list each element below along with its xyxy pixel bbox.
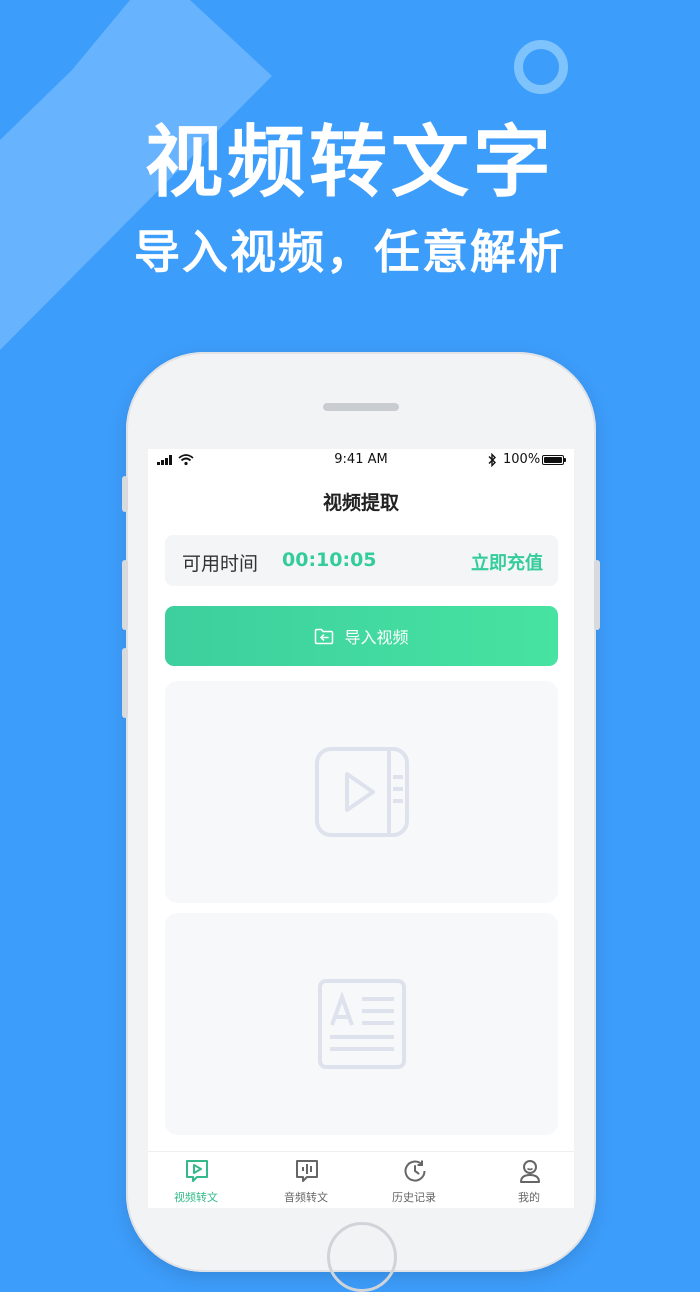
phone-power-button <box>594 560 600 630</box>
tab-audio-to-text[interactable]: 音频转文 <box>256 1152 356 1208</box>
phone-speaker <box>323 403 399 411</box>
tab-label: 历史记录 <box>392 1191 436 1204</box>
promo-headline: 视频转文字 <box>144 118 555 208</box>
ring-decoration <box>514 40 568 94</box>
tab-label: 音频转文 <box>284 1191 328 1204</box>
folder-import-icon <box>315 628 334 644</box>
audio-text-icon <box>296 1160 318 1182</box>
available-time-value: 00:10:05 <box>282 549 377 571</box>
page-title: 视频提取 <box>322 492 399 514</box>
tab-video-to-text[interactable]: 视频转文 <box>148 1152 246 1208</box>
status-bar: 9:41 AM 100% <box>148 449 574 471</box>
profile-icon <box>520 1160 540 1183</box>
available-time-card: 可用时间 00:10:05 立即充值 <box>165 535 558 586</box>
phone-mute-switch <box>122 476 128 512</box>
tab-label: 视频转文 <box>174 1191 218 1204</box>
tab-label: 我的 <box>518 1191 540 1204</box>
battery-percent: 100% <box>503 452 541 467</box>
tab-profile[interactable]: 我的 <box>479 1152 574 1208</box>
text-result-area <box>165 913 558 1135</box>
video-placeholder-icon <box>314 747 409 837</box>
tab-history[interactable]: 历史记录 <box>364 1152 464 1208</box>
video-preview-area[interactable] <box>165 681 558 903</box>
bottom-tab-bar: 视频转文 音频转文 历史记录 我的 <box>148 1151 574 1208</box>
bluetooth-icon <box>488 453 496 467</box>
import-video-label: 导入视频 <box>344 628 409 647</box>
promo-subheadline: 导入视频，任意解析 <box>134 225 566 279</box>
available-time-label: 可用时间 <box>182 553 259 575</box>
battery-icon <box>542 455 566 465</box>
phone-home-button <box>327 1222 397 1292</box>
import-video-button[interactable]: 导入视频 <box>165 606 558 666</box>
text-document-placeholder-icon <box>317 979 406 1069</box>
phone-volume-down <box>122 648 128 718</box>
app-screen: 9:41 AM 100% 视频提取 可用时间 00:10:05 立即充值 导入视… <box>148 449 574 1208</box>
phone-volume-up <box>122 560 128 630</box>
history-icon <box>404 1160 426 1182</box>
recharge-link[interactable]: 立即充值 <box>471 549 543 575</box>
video-text-icon <box>186 1160 208 1182</box>
